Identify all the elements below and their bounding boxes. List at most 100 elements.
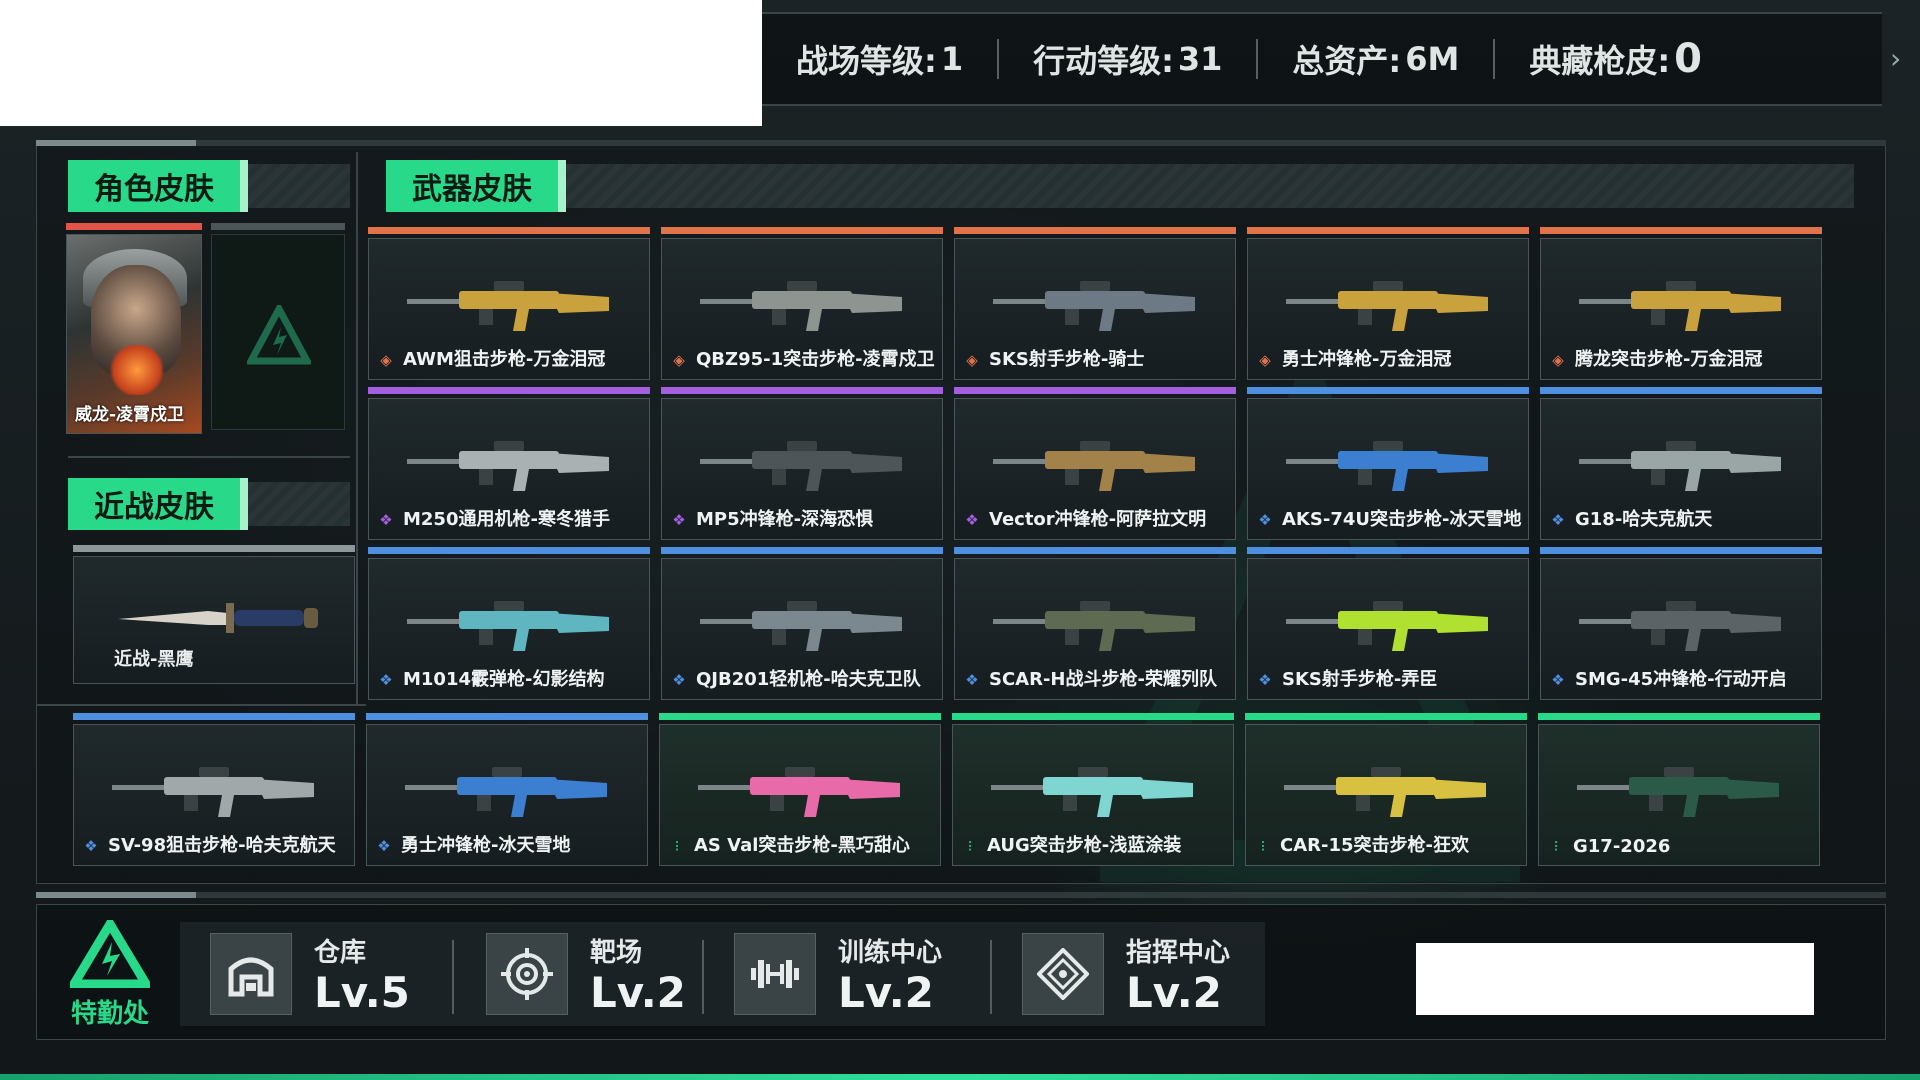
character-skin-empty-slot[interactable] xyxy=(211,223,345,430)
weapon-skin-card[interactable]: ❖ MP5冲锋枪-深海恐惧 xyxy=(661,387,943,540)
character-flame-effect xyxy=(107,345,167,395)
weapon-skin-card[interactable]: ❖ M1014霰弹枪-幻影结构 xyxy=(368,547,650,700)
player-stats-bar: 战场等级: 1 行动等级: 31 总资产: 6M 典藏枪皮: 0 xyxy=(762,12,1882,106)
column-divider xyxy=(356,152,358,704)
weapon-skin-card[interactable]: ⁝ G17-2026 xyxy=(1538,713,1820,866)
weapon-skin-name: M1014霰弹枪-幻影结构 xyxy=(403,669,605,690)
weapon-skin-name: AS Val突击步枪-黑巧甜心 xyxy=(694,835,910,856)
collection-skins: 典藏枪皮: 0 xyxy=(1493,36,1736,82)
rarity-icon: ❖ xyxy=(1258,671,1272,689)
weapon-skin-card[interactable]: ◈ 勇士冲锋枪-万金泪冠 xyxy=(1247,227,1529,380)
melee-skin-card[interactable]: 近战-黑鹰 xyxy=(73,545,355,684)
battlefield-level: 战场等级: 1 xyxy=(796,40,964,80)
weapon-image xyxy=(112,767,314,817)
weapon-skin-card[interactable]: ❖ SCAR-H战斗步枪-荣耀列队 xyxy=(954,547,1236,700)
weapon-image xyxy=(1579,441,1781,491)
character-skin-card[interactable]: 威龙-凌霄戍卫 xyxy=(66,223,202,434)
special-ops-logo[interactable]: 特勤处 xyxy=(62,915,158,1030)
facility-level: Lv.5 xyxy=(314,967,410,1017)
panel-top-line xyxy=(36,140,1886,146)
weapon-skin-name: SKS射手步枪-骑士 xyxy=(989,349,1145,370)
facility-divider xyxy=(702,940,704,1014)
rarity-icon: ❖ xyxy=(1551,511,1565,529)
weapon-skin-card[interactable]: ❖ M250通用机枪-寒冬猎手 xyxy=(368,387,650,540)
weapon-image xyxy=(407,281,609,331)
weapon-skin-card[interactable]: ❖ QJB201轻机枪-哈夫克卫队 xyxy=(661,547,943,700)
weapon-skin-name: SKS射手步枪-弄臣 xyxy=(1282,669,1438,690)
rarity-icon: ◈ xyxy=(966,351,978,369)
redacted-area-top xyxy=(0,0,762,126)
weapon-image xyxy=(1579,281,1781,331)
weapon-image xyxy=(1284,767,1486,817)
weapon-skin-name: Vector冲锋枪-阿萨拉文明 xyxy=(989,509,1207,530)
rarity-icon: ❖ xyxy=(672,511,686,529)
weapon-skin-card[interactable]: ⁝ CAR-15突击步枪-狂欢 xyxy=(1245,713,1527,866)
weapon-image xyxy=(700,601,902,651)
weapon-skin-card[interactable]: ❖ 勇士冲锋枪-冰天雪地 xyxy=(366,713,648,866)
facility-range[interactable]: 靶场 Lv.2 xyxy=(486,922,686,1026)
facility-name: 训练中心 xyxy=(838,937,943,968)
rarity-icon: ◈ xyxy=(380,351,392,369)
total-assets: 总资产: 6M xyxy=(1256,39,1493,80)
special-ops-logo-icon xyxy=(66,915,154,989)
weapon-skin-name: SV-98狙击步枪-哈夫克航天 xyxy=(108,835,336,856)
weapon-skin-card[interactable]: ❖ SMG-45冲锋枪-行动开启 xyxy=(1540,547,1822,700)
weapon-skin-name: 勇士冲锋枪-冰天雪地 xyxy=(401,835,571,856)
weapon-skin-card[interactable]: ◈ QBZ95-1突击步枪-凌霄戍卫 xyxy=(661,227,943,380)
weapon-skin-card[interactable]: ❖ Vector冲锋枪-阿萨拉文明 xyxy=(954,387,1236,540)
weapon-skin-card[interactable]: ❖ SV-98狙击步枪-哈夫克航天 xyxy=(73,713,355,866)
melee-skins-title: 近战皮肤 xyxy=(68,478,248,530)
footer-top-line xyxy=(36,892,1886,898)
weapon-image xyxy=(698,767,900,817)
weapon-skin-card[interactable]: ◈ AWM狙击步枪-万金泪冠 xyxy=(368,227,650,380)
weapon-skin-name: AKS-74U突击步枪-冰天雪地 xyxy=(1282,509,1522,530)
melee-skins-header: 近战皮肤 xyxy=(68,478,350,530)
weapon-image xyxy=(991,767,1193,817)
weapon-skin-card[interactable]: ❖ AKS-74U突击步枪-冰天雪地 xyxy=(1247,387,1529,540)
weapon-image xyxy=(405,767,607,817)
weapon-image xyxy=(1286,441,1488,491)
facility-training[interactable]: 训练中心 Lv.2 xyxy=(734,922,942,1026)
facility-command[interactable]: 指挥中心 Lv.2 xyxy=(1022,922,1230,1026)
rarity-icon: ◈ xyxy=(1552,351,1564,369)
section-divider xyxy=(68,456,350,458)
rarity-icon: ⁝ xyxy=(674,837,680,855)
weapon-image xyxy=(993,281,1195,331)
weapon-skin-name: AUG突击步枪-浅蓝涂装 xyxy=(987,835,1182,856)
rarity-icon: ❖ xyxy=(1551,671,1565,689)
weapon-image xyxy=(407,441,609,491)
facility-divider xyxy=(990,940,992,1014)
facility-level: Lv.2 xyxy=(838,967,934,1017)
rarity-icon: ❖ xyxy=(84,837,98,855)
weapon-skin-card[interactable]: ⁝ AS Val突击步枪-黑巧甜心 xyxy=(659,713,941,866)
weapon-skin-name: 腾龙突击步枪-万金泪冠 xyxy=(1575,349,1763,370)
rarity-icon: ❖ xyxy=(379,511,393,529)
facility-storage[interactable]: 仓库 Lv.5 xyxy=(210,922,410,1026)
weapon-image xyxy=(993,441,1195,491)
weapon-skin-name: AWM狙击步枪-万金泪冠 xyxy=(403,349,606,370)
weapon-skin-card[interactable]: ◈ 腾龙突击步枪-万金泪冠 xyxy=(1540,227,1822,380)
weapon-skin-name: G17-2026 xyxy=(1573,836,1671,857)
rarity-icon: ❖ xyxy=(965,671,979,689)
weapon-skin-card[interactable]: ❖ SKS射手步枪-弄臣 xyxy=(1247,547,1529,700)
weapon-image xyxy=(1577,767,1779,817)
weapon-skins-header: 武器皮肤 xyxy=(386,160,1854,212)
facility-level: Lv.2 xyxy=(590,967,686,1017)
chevron-right-icon[interactable]: › xyxy=(1890,42,1901,75)
weapon-image xyxy=(1286,601,1488,651)
rarity-icon: ◈ xyxy=(673,351,685,369)
bottom-glow-line xyxy=(0,1074,1920,1080)
weapon-image xyxy=(700,441,902,491)
rarity-icon: ⁝ xyxy=(1553,837,1559,855)
facility-name: 靶场 xyxy=(590,937,643,968)
weapon-skin-name: MP5冲锋枪-深海恐惧 xyxy=(696,509,874,530)
weapon-skin-card[interactable]: ❖ G18-哈夫克航天 xyxy=(1540,387,1822,540)
target-icon xyxy=(486,933,568,1015)
weapon-skin-name: QBZ95-1突击步枪-凌霄戍卫 xyxy=(696,349,935,370)
facility-name: 指挥中心 xyxy=(1126,937,1231,968)
weapon-skin-card[interactable]: ⁝ AUG突击步枪-浅蓝涂装 xyxy=(952,713,1234,866)
storage-icon xyxy=(210,933,292,1015)
weapon-skin-card[interactable]: ◈ SKS射手步枪-骑士 xyxy=(954,227,1236,380)
weapon-skins-title: 武器皮肤 xyxy=(386,160,566,212)
redacted-area-bottom xyxy=(1416,943,1814,1015)
